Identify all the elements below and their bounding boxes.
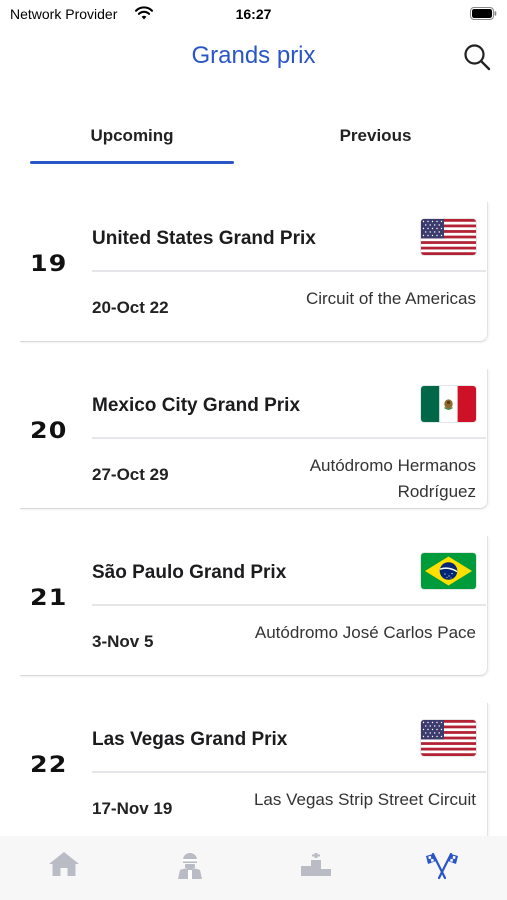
circuit-name: Autódromo José Carlos Pace <box>254 623 476 642</box>
clock: 16:27 <box>235 6 272 22</box>
circuit-name: Circuit of the Americas <box>305 289 476 308</box>
circuit-name: Las Vegas Strip Street Circuit <box>253 790 476 809</box>
usa-flag-icon <box>421 720 476 756</box>
round-number: 22 <box>30 753 68 778</box>
round-number: 21 <box>30 586 68 611</box>
search-icon[interactable] <box>462 42 492 72</box>
race-list[interactable]: 19 United States Grand Prix 20-Oct 22 Ci… <box>0 202 507 836</box>
race-name: United States Grand Prix <box>92 228 316 249</box>
status-bar: Network Provider 16:27 <box>0 0 507 28</box>
race-name: Las Vegas Grand Prix <box>92 729 288 750</box>
race-card[interactable]: 20 Mexico City Grand Prix 27-Oct 29 Autó… <box>20 369 488 509</box>
card-divider <box>92 771 486 773</box>
checkered-flags-icon[interactable] <box>424 848 460 880</box>
podium-icon[interactable] <box>298 848 334 880</box>
bottom-tab-bar <box>0 836 507 900</box>
race-card[interactable]: 22 Las Vegas Grand Prix 17-Nov 19 Las Ve… <box>20 703 488 836</box>
tab-selection-indicator <box>30 161 234 164</box>
brazil-flag-icon <box>421 553 476 589</box>
race-name: São Paulo Grand Prix <box>92 562 287 583</box>
card-divider <box>92 437 486 439</box>
mexico-flag-icon <box>421 386 476 422</box>
race-dates: 27-Oct 29 <box>92 465 169 484</box>
race-name: Mexico City Grand Prix <box>92 395 301 416</box>
tab-upcoming[interactable]: Upcoming <box>30 118 234 164</box>
circuit-name: Autódromo Hermanos Rodríguez <box>309 456 476 501</box>
race-dates: 17-Nov 19 <box>92 799 173 818</box>
tab-previous[interactable]: Previous <box>274 118 477 164</box>
page-title: Grands prix <box>191 42 316 69</box>
card-divider <box>92 604 486 606</box>
card-divider <box>92 270 486 272</box>
segmented-tabs: Upcoming Previous <box>30 118 477 166</box>
race-card[interactable]: 19 United States Grand Prix 20-Oct 22 Ci… <box>20 202 488 342</box>
usa-flag-icon <box>421 219 476 255</box>
race-dates: 20-Oct 22 <box>92 298 169 317</box>
round-number: 19 <box>30 252 68 277</box>
home-icon[interactable] <box>46 848 82 880</box>
battery-icon <box>470 7 497 20</box>
driver-icon[interactable] <box>172 848 208 880</box>
race-card[interactable]: 21 São Paulo Grand Prix 3-Nov 5 Autódrom… <box>20 536 488 676</box>
race-dates: 3-Nov 5 <box>92 632 154 651</box>
round-number: 20 <box>30 419 68 444</box>
